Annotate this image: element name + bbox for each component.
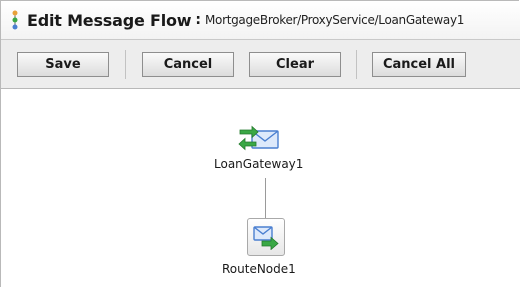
toolbar: Save Cancel Clear Cancel All	[1, 40, 520, 89]
save-button[interactable]: Save	[17, 52, 109, 77]
clear-button[interactable]: Clear	[249, 52, 341, 77]
cancel-all-button[interactable]: Cancel All	[372, 52, 466, 77]
toolbar-divider	[356, 50, 357, 79]
breadcrumb-path: MortgageBroker/ProxyService/LoanGateway1	[204, 13, 465, 27]
title-separator: :	[195, 12, 201, 28]
route-node-icon	[253, 226, 279, 250]
flow-connector	[265, 178, 266, 220]
message-flow-icon	[12, 10, 18, 30]
toolbar-divider	[125, 50, 126, 79]
route-node[interactable]	[247, 218, 285, 256]
cancel-button[interactable]: Cancel	[142, 52, 234, 77]
flow-canvas	[1, 89, 520, 288]
route-node-label: RouteNode1	[222, 262, 296, 276]
proxy-service-icon[interactable]	[238, 125, 282, 153]
title-bar: Edit Message Flow : MortgageBroker/Proxy…	[1, 1, 520, 40]
start-node-label: LoanGateway1	[214, 157, 304, 171]
page-title: Edit Message Flow	[27, 10, 192, 30]
